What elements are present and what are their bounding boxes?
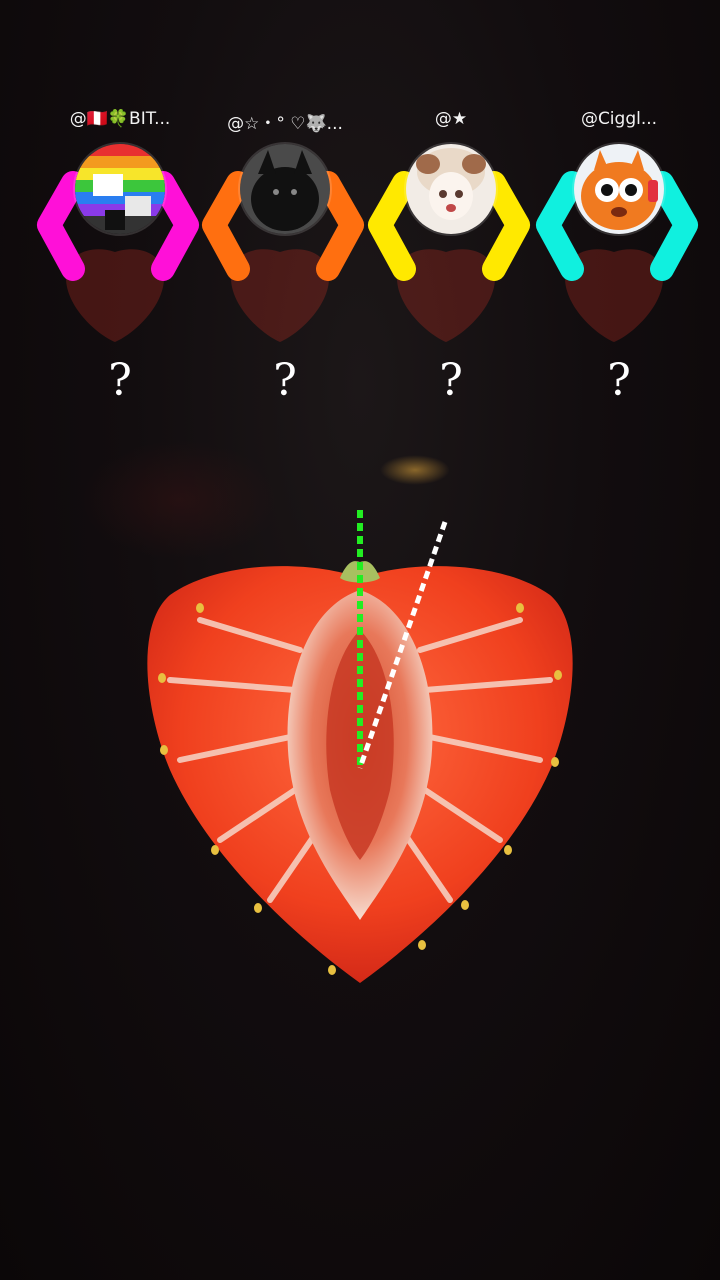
player-slot-4: @Ciggl... ? — [534, 105, 704, 415]
player-slot-2: @☆・° ♡🐺... ? — [200, 105, 370, 415]
anime-girl-avatar[interactable] — [404, 142, 498, 236]
player-handle: @🇵🇪🍀BIT... — [69, 109, 171, 129]
guess-value: ? — [439, 355, 463, 406]
rainbow-collage-avatar[interactable] — [73, 142, 167, 236]
guess-value: ? — [273, 355, 297, 406]
player-handle: @Ciggl... — [580, 109, 658, 129]
player-handle: @★ — [434, 109, 468, 129]
guess-value: ? — [108, 355, 132, 406]
player-slot-1: @🇵🇪🍀BIT... ? — [35, 105, 205, 415]
orange-cartoon-avatar[interactable] — [572, 142, 666, 236]
guess-value: ? — [607, 355, 631, 406]
black-wolf-avatar[interactable] — [238, 142, 332, 236]
player-slot-3: @★ ? — [366, 105, 536, 415]
player-handle: @☆・° ♡🐺... — [227, 114, 343, 134]
strawberry-half — [147, 510, 573, 983]
background-light — [380, 455, 450, 485]
